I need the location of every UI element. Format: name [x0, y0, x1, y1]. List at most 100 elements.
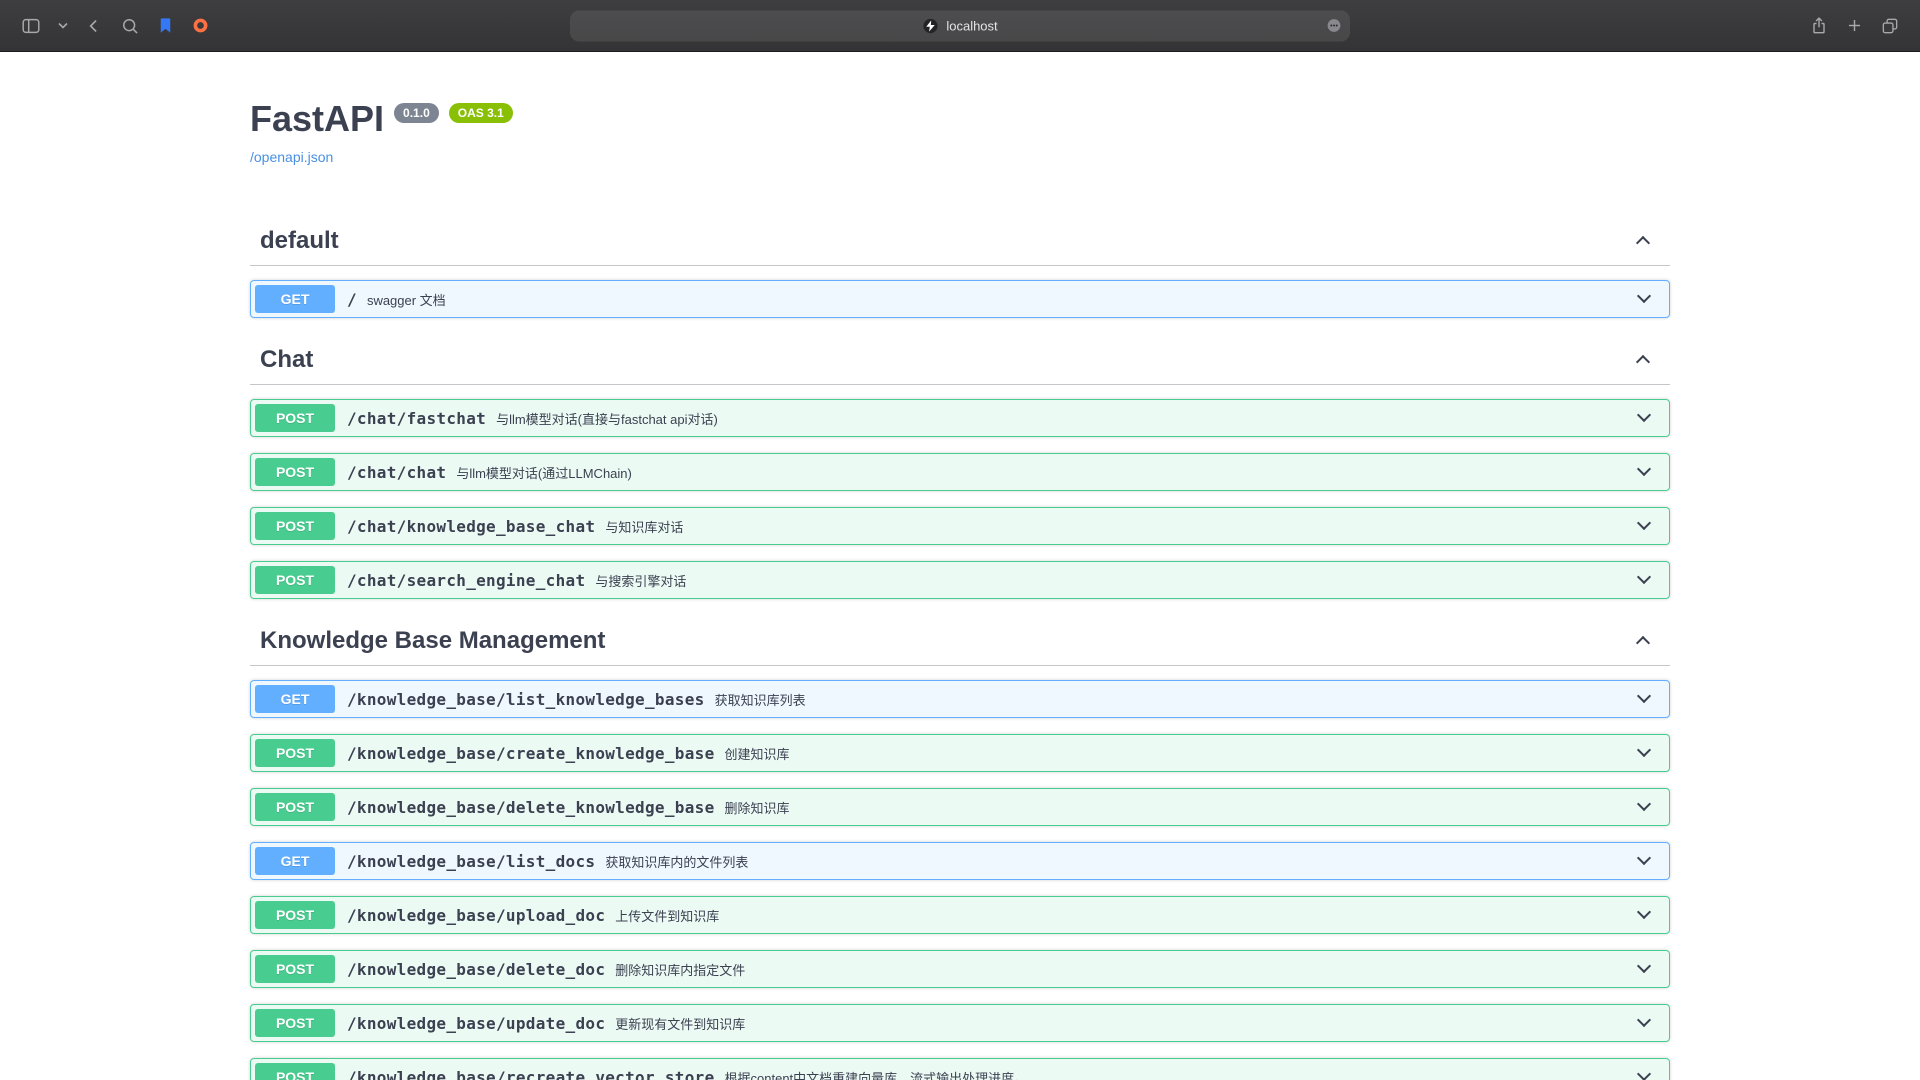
chevron-left-icon	[84, 16, 104, 36]
operation-path: /knowledge_base/recreate_vector_store	[335, 1068, 725, 1080]
chevron-up-icon[interactable]	[1636, 355, 1650, 369]
swagger-wrapper: FastAPI 0.1.0 OAS 3.1 /openapi.json defa…	[230, 52, 1690, 1080]
chevron-down-icon[interactable]	[1637, 905, 1651, 919]
op-get-list-docs[interactable]: GET /knowledge_base/list_docs 获取知识库内的文件列…	[250, 842, 1670, 880]
chevron-down-icon[interactable]	[1637, 743, 1651, 757]
op-post-create-knowledge-base[interactable]: POST /knowledge_base/create_knowledge_ba…	[250, 734, 1670, 772]
chevron-down-icon[interactable]	[1637, 851, 1651, 865]
tab-overview-icon	[1880, 16, 1900, 36]
op-get-list-knowledge-bases[interactable]: GET /knowledge_base/list_knowledge_bases…	[250, 680, 1670, 718]
method-badge: GET	[255, 285, 335, 313]
op-post-recreate-vector-store[interactable]: POST /knowledge_base/recreate_vector_sto…	[250, 1058, 1670, 1080]
chevron-up-icon[interactable]	[1636, 236, 1650, 250]
chevron-up-icon[interactable]	[1636, 636, 1650, 650]
operations-list: GET /knowledge_base/list_knowledge_bases…	[250, 666, 1670, 1080]
section-title: Chat	[260, 346, 313, 374]
operation-description: swagger 文档	[367, 289, 1631, 309]
operation-description: 与llm模型对话(直接与fastchat api对话)	[496, 408, 1631, 428]
page-options-icon[interactable]	[1325, 17, 1343, 35]
plus-icon	[1845, 16, 1864, 35]
operation-path: /knowledge_base/update_doc	[335, 1014, 615, 1033]
op-post-update-doc[interactable]: POST /knowledge_base/update_doc 更新现有文件到知…	[250, 1004, 1670, 1042]
operation-description: 更新现有文件到知识库	[615, 1013, 1631, 1033]
toolbar-right-group	[1805, 12, 1904, 40]
toolbar-center-group: localhost	[570, 10, 1350, 41]
blue-extension-button[interactable]	[152, 12, 179, 39]
method-badge: POST	[255, 1063, 335, 1080]
operation-description: 上传文件到知识库	[615, 905, 1631, 925]
section-header-default[interactable]: default	[250, 217, 1670, 266]
sidebar-toggle-button[interactable]	[16, 11, 46, 41]
operation-path: /chat/fastchat	[335, 409, 496, 428]
method-badge: GET	[255, 847, 335, 875]
operations-list: GET / swagger 文档	[250, 266, 1670, 336]
share-button[interactable]	[1805, 12, 1833, 40]
method-badge: GET	[255, 685, 335, 713]
chevron-down-icon[interactable]	[1637, 516, 1651, 530]
operation-description: 与知识库对话	[605, 516, 1631, 536]
new-tab-button[interactable]	[1841, 12, 1868, 39]
oas-badge: OAS 3.1	[449, 103, 513, 123]
orange-extension-button[interactable]	[187, 12, 214, 39]
op-post-upload-doc[interactable]: POST /knowledge_base/upload_doc 上传文件到知识库	[250, 896, 1670, 934]
section-header-knowledge-base-management[interactable]: Knowledge Base Management	[250, 617, 1670, 666]
chevron-down-icon[interactable]	[1637, 408, 1651, 422]
chevron-down-icon[interactable]	[1637, 797, 1651, 811]
op-post-search-engine-chat[interactable]: POST /chat/search_engine_chat 与搜索引擎对话	[250, 561, 1670, 599]
section-default: default GET / swagger 文档	[250, 217, 1670, 336]
op-post-delete-doc[interactable]: POST /knowledge_base/delete_doc 删除知识库内指定…	[250, 950, 1670, 988]
op-get-root[interactable]: GET / swagger 文档	[250, 280, 1670, 318]
section-chat: Chat POST /chat/fastchat 与llm模型对话(直接与fas…	[250, 336, 1670, 617]
api-info: FastAPI 0.1.0 OAS 3.1 /openapi.json	[250, 98, 1670, 167]
operation-description: 创建知识库	[725, 743, 1631, 763]
operation-description: 删除知识库内指定文件	[615, 959, 1631, 979]
sidebar-icon	[20, 15, 42, 37]
method-badge: POST	[255, 901, 335, 929]
chevron-down-icon[interactable]	[1637, 1013, 1651, 1027]
method-badge: POST	[255, 1009, 335, 1037]
chevron-down-icon[interactable]	[1637, 1067, 1651, 1080]
section-title: default	[260, 227, 339, 255]
operations-list: POST /chat/fastchat 与llm模型对话(直接与fastchat…	[250, 385, 1670, 617]
method-badge: POST	[255, 955, 335, 983]
operation-path: /chat/chat	[335, 463, 456, 482]
address-bar[interactable]: localhost	[570, 10, 1350, 41]
operation-description: 获取知识库列表	[715, 689, 1631, 709]
operation-path: /knowledge_base/create_knowledge_base	[335, 744, 725, 763]
op-post-chat-fastchat[interactable]: POST /chat/fastchat 与llm模型对话(直接与fastchat…	[250, 399, 1670, 437]
operation-description: 获取知识库内的文件列表	[605, 851, 1631, 871]
method-badge: POST	[255, 739, 335, 767]
chevron-down-icon	[58, 22, 68, 29]
chevron-down-icon[interactable]	[1637, 570, 1651, 584]
tab-overview-button[interactable]	[1876, 12, 1904, 40]
op-post-knowledge-base-chat[interactable]: POST /chat/knowledge_base_chat 与知识库对话	[250, 507, 1670, 545]
operation-description: 根据content中文档重建向量库，流式输出处理进度。	[725, 1067, 1631, 1080]
operation-path: /	[335, 290, 367, 309]
toolbar-left-group	[16, 11, 214, 41]
search-button[interactable]	[116, 12, 144, 40]
op-post-delete-knowledge-base[interactable]: POST /knowledge_base/delete_knowledge_ba…	[250, 788, 1670, 826]
openapi-json-link[interactable]: /openapi.json	[250, 149, 333, 165]
section-header-chat[interactable]: Chat	[250, 336, 1670, 385]
version-badge: 0.1.0	[394, 103, 439, 123]
sidebar-menu-button[interactable]	[54, 18, 72, 33]
operation-path: /chat/knowledge_base_chat	[335, 517, 605, 536]
browser-toolbar: localhost	[0, 0, 1920, 52]
chevron-down-icon[interactable]	[1637, 689, 1651, 703]
chevron-down-icon[interactable]	[1637, 959, 1651, 973]
operation-path: /knowledge_base/upload_doc	[335, 906, 615, 925]
search-icon	[120, 16, 140, 36]
op-post-chat-chat[interactable]: POST /chat/chat 与llm模型对话(通过LLMChain)	[250, 453, 1670, 491]
section-knowledge-base-management: Knowledge Base Management GET /knowledge…	[250, 617, 1670, 1080]
operation-path: /knowledge_base/delete_knowledge_base	[335, 798, 725, 817]
operation-description: 与llm模型对话(通过LLMChain)	[456, 462, 1631, 482]
operation-path: /knowledge_base/list_knowledge_bases	[335, 690, 715, 709]
method-badge: POST	[255, 566, 335, 594]
back-button[interactable]	[80, 12, 108, 40]
section-title: Knowledge Base Management	[260, 627, 605, 655]
chevron-down-icon[interactable]	[1637, 462, 1651, 476]
method-badge: POST	[255, 404, 335, 432]
share-icon	[1809, 16, 1829, 36]
chevron-down-icon[interactable]	[1637, 289, 1651, 303]
api-title-text: FastAPI	[250, 98, 384, 140]
